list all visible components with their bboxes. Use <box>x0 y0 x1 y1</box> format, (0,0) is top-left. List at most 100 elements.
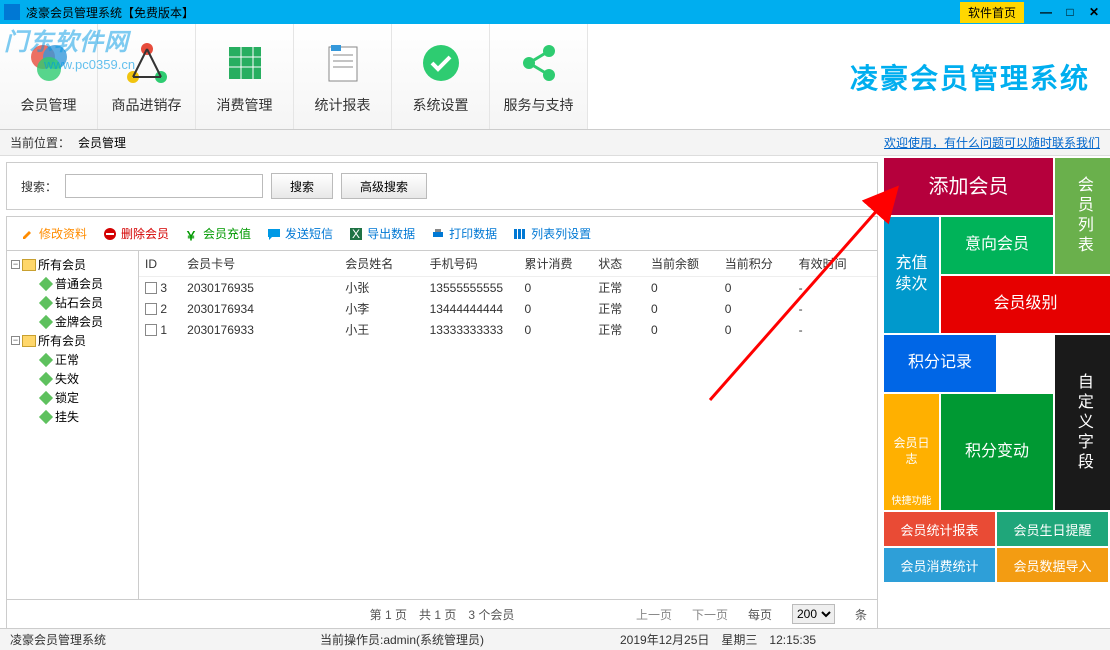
breadcrumb-path: 会员管理 <box>78 134 126 151</box>
recharge-action[interactable]: ￥会员充值 <box>185 225 251 242</box>
report-icon <box>319 39 367 87</box>
toolbar-consume[interactable]: 消费管理 <box>196 24 294 129</box>
tile-recharge[interactable]: 充值续次 <box>884 217 939 333</box>
export-action[interactable]: X导出数据 <box>349 225 415 242</box>
consume-icon <box>221 39 269 87</box>
next-page[interactable]: 下一页 <box>692 606 728 623</box>
table-row[interactable]: 22030176934小李134444444440正常00- <box>139 298 877 319</box>
print-action[interactable]: 打印数据 <box>431 225 497 242</box>
home-button[interactable]: 软件首页 <box>960 2 1024 23</box>
member-manage-icon <box>25 39 73 87</box>
leaf-icon <box>39 371 53 385</box>
window-title: 凌豪会员管理系统【免费版本】 <box>26 4 960 21</box>
col-header[interactable]: 当前余额 <box>645 251 719 277</box>
close-button[interactable]: ✕ <box>1082 3 1106 21</box>
table-row[interactable]: 32030176935小张135555555550正常00- <box>139 277 877 299</box>
status-bar: 凌豪会员管理系统 当前操作员:admin(系统管理员) 2019年12月25日 … <box>0 628 1110 650</box>
prev-page[interactable]: 上一页 <box>636 606 672 623</box>
toolbar-settings[interactable]: 系统设置 <box>392 24 490 129</box>
tile-intent-member[interactable]: 意向会员 <box>941 217 1053 274</box>
support-icon <box>515 39 563 87</box>
tile-member-log[interactable]: 会员日志快捷功能 <box>884 394 939 510</box>
toolbar-report[interactable]: 统计报表 <box>294 24 392 129</box>
svg-text:X: X <box>352 227 360 241</box>
collapse-icon[interactable]: − <box>11 336 20 345</box>
delete-icon <box>103 227 117 241</box>
search-label: 搜索： <box>21 178 57 195</box>
status-datetime: 2019年12月25日 星期三 12:15:35 <box>620 631 816 648</box>
welcome-link[interactable]: 欢迎使用，有什么问题可以随时联系我们 <box>884 134 1100 151</box>
maximize-button[interactable]: □ <box>1058 3 1082 21</box>
search-input[interactable] <box>65 174 263 198</box>
tree-leaf[interactable]: 失效 <box>25 369 134 388</box>
titlebar: 凌豪会员管理系统【免费版本】 软件首页 — □ ✕ <box>0 0 1110 24</box>
table-row[interactable]: 12030176933小王133333333330正常00- <box>139 319 877 340</box>
brand: 凌豪会员管理系统 <box>588 24 1110 129</box>
leaf-icon <box>39 314 53 328</box>
leaf-icon <box>39 352 53 366</box>
per-page-unit: 条 <box>855 606 867 623</box>
columns-action[interactable]: 列表列设置 <box>513 225 591 242</box>
folder-icon <box>22 335 36 347</box>
tile-data-import[interactable]: 会员数据导入 <box>997 548 1108 582</box>
col-header[interactable]: 有效时间 <box>793 251 877 277</box>
inventory-icon <box>123 39 171 87</box>
leaf-icon <box>39 390 53 404</box>
row-checkbox[interactable] <box>145 324 157 336</box>
chat-icon <box>267 227 281 241</box>
app-icon <box>4 4 20 20</box>
delete-action[interactable]: 删除会员 <box>103 225 169 242</box>
leaf-icon <box>39 409 53 423</box>
search-button[interactable]: 搜索 <box>271 173 333 199</box>
tile-member-stat[interactable]: 会员统计报表 <box>884 512 995 546</box>
toolbar-inventory[interactable]: 商品进销存 <box>98 24 196 129</box>
tile-member-level[interactable]: 会员级别 <box>941 276 1110 333</box>
pagination: 第 1 页 共 1 页 3 个会员 上一页 下一页 每页 200 条 <box>6 599 878 629</box>
print-icon <box>431 227 445 241</box>
row-checkbox[interactable] <box>145 282 157 294</box>
tree-leaf[interactable]: 挂失 <box>25 407 134 426</box>
col-header[interactable]: 手机号码 <box>424 251 519 277</box>
per-page-select[interactable]: 200 <box>792 604 835 624</box>
leaf-icon <box>39 276 53 290</box>
col-header[interactable]: ID <box>139 251 181 277</box>
pager-summary: 第 1 页 共 1 页 3 个会员 <box>370 606 515 623</box>
pencil-icon <box>21 227 35 241</box>
tree-leaf[interactable]: 普通会员 <box>25 274 134 293</box>
col-header[interactable]: 会员姓名 <box>339 251 423 277</box>
tree-folder[interactable]: −所有会员 <box>11 331 134 350</box>
status-app: 凌豪会员管理系统 <box>10 631 106 648</box>
tile-birthday-remind[interactable]: 会员生日提醒 <box>997 512 1108 546</box>
col-header[interactable]: 当前积分 <box>719 251 793 277</box>
breadcrumb-bar: 当前位置： 会员管理 欢迎使用，有什么问题可以随时联系我们 <box>0 130 1110 156</box>
minimize-button[interactable]: — <box>1034 3 1058 21</box>
search-panel: 搜索： 搜索 高级搜索 <box>6 162 878 210</box>
advanced-search-button[interactable]: 高级搜索 <box>341 173 427 199</box>
member-table: ID会员卡号会员姓名手机号码累计消费状态当前余额当前积分有效时间 3203017… <box>139 251 877 340</box>
tile-points-record[interactable]: 积分记录 <box>884 335 996 392</box>
col-header[interactable]: 累计消费 <box>519 251 593 277</box>
edit-action[interactable]: 修改资料 <box>21 225 87 242</box>
sms-action[interactable]: 发送短信 <box>267 225 333 242</box>
tile-member-list[interactable]: 会员列表 <box>1055 158 1110 274</box>
tree-leaf[interactable]: 钻石会员 <box>25 293 134 312</box>
tile-consume-stat[interactable]: 会员消费统计 <box>884 548 995 582</box>
tree-leaf[interactable]: 锁定 <box>25 388 134 407</box>
tree-folder[interactable]: −所有会员 <box>11 255 134 274</box>
tree-leaf[interactable]: 金牌会员 <box>25 312 134 331</box>
per-page-label: 每页 <box>748 606 772 623</box>
tile-add-member[interactable]: 添加会员 <box>884 158 1053 215</box>
col-header[interactable]: 状态 <box>592 251 645 277</box>
collapse-icon[interactable]: − <box>11 260 20 269</box>
toolbar-support[interactable]: 服务与支持 <box>490 24 588 129</box>
leaf-icon <box>39 295 53 309</box>
row-checkbox[interactable] <box>145 303 157 315</box>
tile-points-change[interactable]: 积分变动 <box>941 394 1053 510</box>
member-tree[interactable]: −所有会员普通会员钻石会员金牌会员−所有会员正常失效锁定挂失 <box>7 251 139 599</box>
yen-icon: ￥ <box>185 227 199 241</box>
quick-tiles-panel: 添加会员 会员列表 充值续次 意向会员 会员级别 积分记录 自定义字段 会员日志… <box>884 156 1110 629</box>
col-header[interactable]: 会员卡号 <box>181 251 339 277</box>
tree-leaf[interactable]: 正常 <box>25 350 134 369</box>
toolbar-member-manage[interactable]: 会员管理 <box>0 24 98 129</box>
tile-custom-fields[interactable]: 自定义字段 <box>1055 335 1110 510</box>
